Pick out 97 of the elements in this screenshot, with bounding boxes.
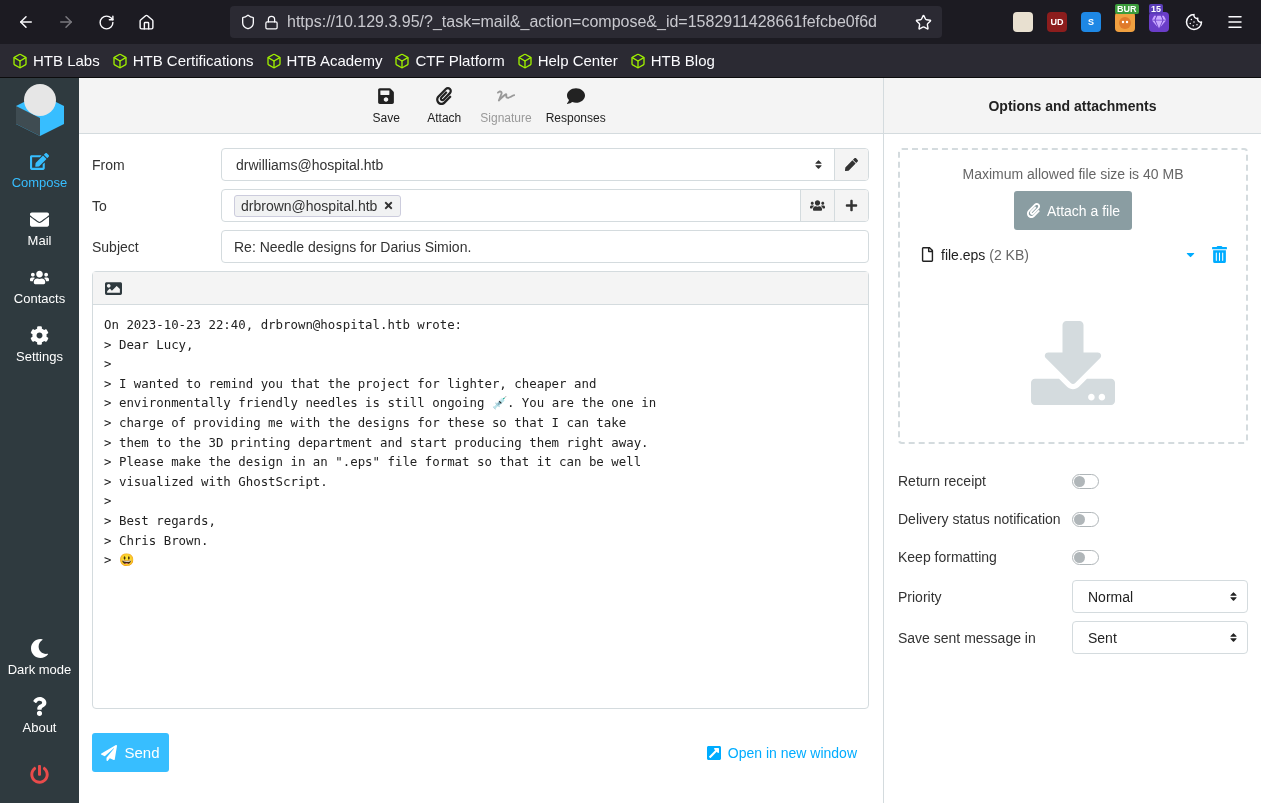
cube-icon [111, 52, 128, 69]
contacts-button[interactable] [800, 190, 834, 221]
extension-badge: 15 [1149, 4, 1163, 14]
message-line: > [104, 355, 113, 374]
field-label: From [92, 156, 126, 173]
file-icon [920, 247, 935, 262]
message-line: > Dear Lucy, [104, 335, 195, 354]
toggle-switch[interactable] [1072, 549, 1099, 565]
message-line: > 😃 [104, 551, 135, 570]
paperclip-icon [1025, 203, 1041, 218]
extension-icon[interactable] [1013, 12, 1033, 32]
edit-button[interactable] [834, 149, 868, 180]
option-label: Keep formatting [898, 549, 998, 565]
forward-arrow-icon [57, 13, 75, 31]
recipient-chip[interactable]: drbrown@hospital.htb [234, 194, 402, 217]
add-button[interactable] [834, 190, 868, 221]
speech-bubble-icon [566, 86, 585, 105]
toolbar-button[interactable]: Responses [541, 86, 610, 125]
cube-icon [516, 52, 533, 69]
message-editor[interactable] [92, 271, 869, 709]
bookmark-link[interactable]: CTF Platform [394, 52, 505, 69]
bookmark-link[interactable]: HTB Blog [629, 52, 715, 69]
extension-icon[interactable]: S [1081, 12, 1101, 32]
from-select[interactable]: drwilliams@hospital.htb [221, 148, 869, 181]
message-line: On 2023-10-23 22:40, drbrown@hospital.htb wrote: [104, 316, 464, 334]
question-icon [30, 697, 49, 716]
face-icon[interactable] [1117, 14, 1133, 30]
panel-title: Options and attachments [988, 97, 1157, 114]
envelope-icon [30, 210, 49, 229]
toggle-switch[interactable] [1072, 473, 1099, 489]
paper-plane-icon [101, 744, 118, 761]
message-line: > Please make the design in an ".eps" file format so that it can be well [104, 453, 643, 472]
bookmark-link[interactable]: HTB Academy [265, 52, 383, 69]
close-icon [383, 200, 395, 211]
star-icon[interactable] [915, 13, 932, 31]
sidebar-item[interactable]: Mail [0, 200, 79, 258]
bookmark-link[interactable]: HTB Labs [12, 52, 100, 69]
message-line: > them to the 3D printing department and start producing them right away. [104, 433, 650, 452]
bookmark-link[interactable]: Help Center [516, 52, 618, 69]
sidebar-item[interactable]: Settings [0, 316, 79, 374]
message-line: > [104, 492, 113, 511]
people-icon [30, 268, 49, 287]
bookmark-link[interactable]: HTB Certifications [111, 52, 254, 69]
cube-icon [12, 52, 28, 69]
toggle-switch[interactable] [1072, 511, 1099, 527]
option-select[interactable]: Sent [1072, 621, 1248, 654]
sort-icon [813, 159, 824, 170]
extension-icon[interactable]: UD [1047, 12, 1067, 32]
cube-icon [265, 52, 282, 69]
shield-icon [240, 14, 256, 30]
size-note: Maximum allowed file size is 40 MB [962, 166, 1184, 182]
extension-badge: BUR [1115, 4, 1139, 14]
image-icon[interactable] [105, 279, 122, 297]
sort-icon [1228, 591, 1239, 602]
message-line: > Chris Brown. [104, 531, 210, 550]
reload-icon [97, 13, 115, 31]
save-icon [377, 86, 396, 105]
field-label: To [92, 197, 108, 214]
sidebar-item[interactable]: Compose [0, 142, 79, 200]
gem-icon[interactable] [1152, 15, 1166, 29]
file-name: file.eps (2 KB) [941, 246, 1029, 263]
lock-icon [264, 14, 279, 30]
toolbar-button[interactable]: Attach [418, 86, 471, 125]
cube-icon [394, 52, 411, 69]
message-line: > Best regards, [104, 511, 217, 530]
to-field[interactable]: drbrown@hospital.htb [221, 189, 869, 222]
option-label: Return receipt [898, 473, 987, 489]
people-icon [810, 198, 825, 213]
toolbar-button[interactable]: Save [360, 86, 413, 125]
option-label: Save sent message in [898, 629, 1037, 646]
download-icon [1031, 321, 1115, 405]
settings-icon [30, 326, 49, 345]
pencil-icon [845, 158, 858, 171]
sidebar-item[interactable]: Contacts [0, 258, 79, 316]
paperclip-icon [435, 86, 454, 105]
home-icon [137, 13, 155, 31]
power-icon [30, 764, 49, 784]
external-link-icon [705, 744, 722, 761]
message-line: > environmentally friendly needles is still ongoing 💉. You are the one in [104, 394, 658, 413]
field-label: Subject [92, 238, 140, 255]
cube-icon [629, 52, 646, 69]
sidebar-item[interactable]: Dark mode [0, 629, 79, 687]
message-line: > I wanted to remind you that the project for lighter, cheaper and [104, 374, 598, 393]
message-line: > charge of providing me with the designs for these so that I can take [104, 413, 628, 432]
subject-field[interactable]: Re: Needle designs for Darius Simion. [221, 230, 869, 263]
sort-icon [1228, 632, 1239, 643]
option-label: Priority [898, 588, 943, 605]
address-bar[interactable]: https://10.129.3.95/?_task=mail&_action=compose&_id=1582911428661fefcbe0f6d [230, 6, 942, 38]
plus-icon [845, 199, 858, 212]
message-line: > visualized with GhostScript. [104, 472, 329, 491]
menu-icon [1226, 13, 1244, 31]
moon-icon [30, 639, 49, 658]
cookie-icon[interactable] [1183, 12, 1205, 32]
sidebar-item[interactable]: About [0, 687, 79, 745]
option-label: Delivery status notification [898, 511, 1062, 527]
option-select[interactable]: Normal [1072, 580, 1248, 613]
compose-icon [30, 152, 49, 171]
